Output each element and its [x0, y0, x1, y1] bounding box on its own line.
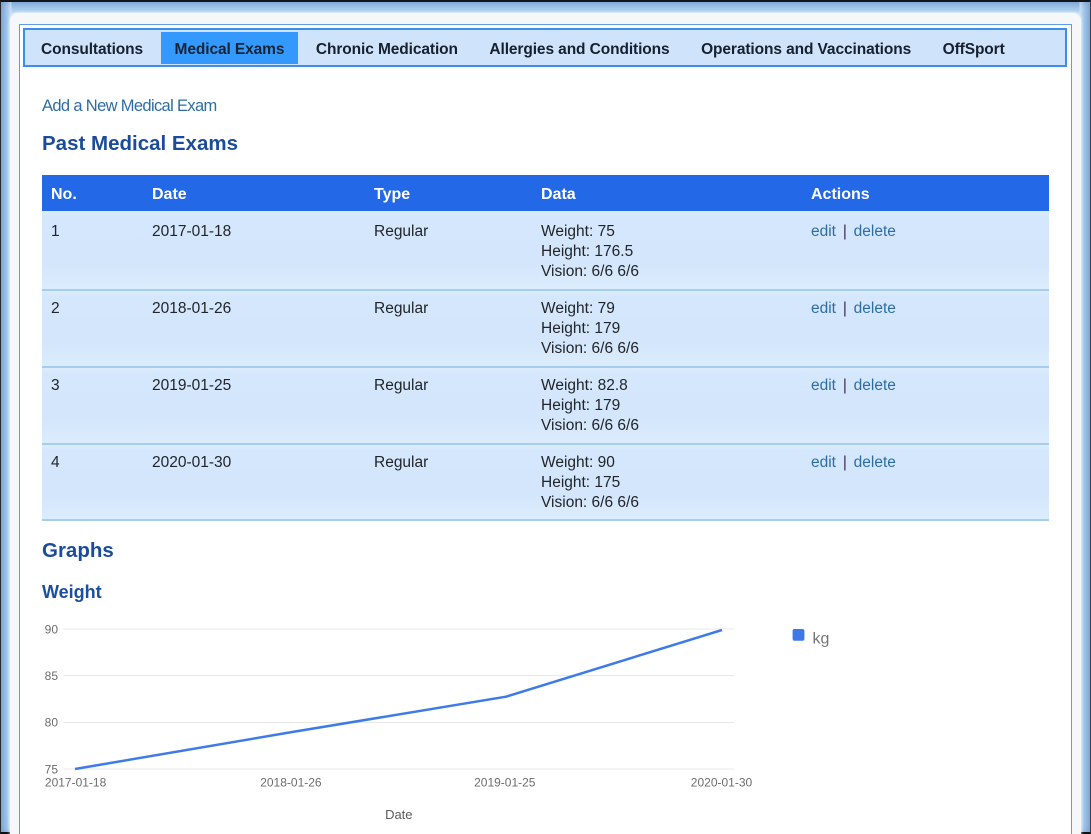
svg-text:2020-01-30: 2020-01-30: [691, 775, 753, 789]
svg-text:2019-01-25: 2019-01-25: [474, 775, 536, 789]
svg-text:85: 85: [45, 669, 59, 683]
svg-text:2017-01-18: 2017-01-18: [45, 775, 107, 789]
svg-text:75: 75: [45, 762, 59, 776]
svg-text:90: 90: [45, 622, 59, 636]
svg-text:kg: kg: [813, 631, 830, 648]
svg-text:80: 80: [45, 716, 59, 730]
svg-text:2018-01-26: 2018-01-26: [260, 775, 322, 789]
svg-text:Date: Date: [385, 807, 412, 822]
